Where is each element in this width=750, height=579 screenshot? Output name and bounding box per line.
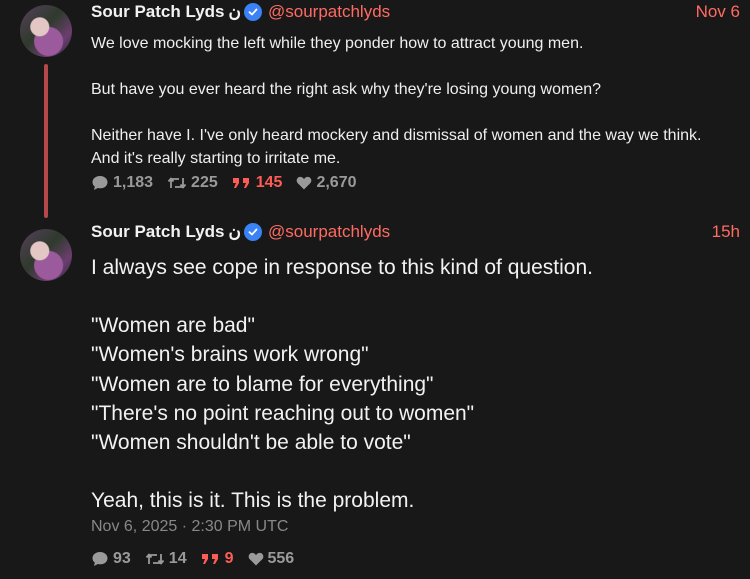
tweet-paragraph: Neither have I. I've only heard mockery … <box>91 127 702 167</box>
likes-count: 2,670 <box>316 174 357 191</box>
tweet-text: We love mocking the left while they pond… <box>91 32 731 193</box>
user-handle[interactable]: @sourpatchlyds <box>268 2 390 22</box>
retweets-count: 225 <box>191 174 218 191</box>
retweet-icon <box>145 553 164 565</box>
quote-icon <box>232 178 249 188</box>
name-emoji: ن <box>228 2 241 21</box>
quote-line: "Women are to blame for everything" <box>91 372 434 396</box>
display-name[interactable]: Sour Patch Lyds <box>91 2 225 22</box>
quotes-stat[interactable]: 9 <box>201 550 234 568</box>
quotes-stat[interactable]: 145 <box>232 174 283 192</box>
name-emoji: ن <box>228 222 241 241</box>
tweet-stats: 93 14 9 556 <box>91 550 294 568</box>
tweet-paragraph: But have you ever heard the right ask wh… <box>91 81 602 98</box>
retweet-icon <box>167 177 187 189</box>
user-handle[interactable]: @sourpatchlyds <box>268 222 390 242</box>
likes-stat[interactable]: 556 <box>248 550 295 568</box>
quotes-count: 145 <box>255 174 283 191</box>
quote-list: "Women are bad" "Women's brains work wro… <box>91 311 731 457</box>
quote-icon <box>201 554 218 564</box>
quote-line: "Women shouldn't be able to vote" <box>91 431 411 455</box>
tweet-header: Sour Patch Lyds ن @sourpatchlyds 15h <box>91 221 740 243</box>
comment-icon <box>92 552 108 566</box>
quote-line: "There's no point reaching out to women" <box>91 401 475 425</box>
retweets-count: 14 <box>168 550 187 567</box>
replies-count: 93 <box>113 550 131 567</box>
heart-icon <box>297 176 312 190</box>
quote-line: "Women's brains work wrong" <box>91 343 369 367</box>
tweet-date[interactable]: 15h <box>712 222 740 242</box>
replies-stat[interactable]: 93 <box>91 550 131 568</box>
quotes-count: 9 <box>224 550 234 567</box>
replies-stat[interactable]: 1,183 <box>91 174 153 192</box>
tweet-paragraph: We love mocking the left while they pond… <box>91 35 584 52</box>
replies-count: 1,183 <box>113 174 154 191</box>
retweets-stat[interactable]: 14 <box>145 550 187 568</box>
tweet-timestamp[interactable]: Nov 6, 2025 · 2:30 PM UTC <box>91 518 288 536</box>
tweet-text: I always see cope in response to this ki… <box>91 253 731 544</box>
tweet-outro: Yeah, this is it. This is the problem. <box>91 489 415 513</box>
heart-icon <box>248 552 263 566</box>
quote-line: "Women are bad" <box>91 314 255 338</box>
avatar[interactable] <box>20 229 72 281</box>
likes-count: 556 <box>267 550 295 567</box>
thread-connector <box>44 64 48 218</box>
tweet-stats: 1,183 225 145 2,670 <box>91 174 357 192</box>
tweet-date[interactable]: Nov 6 <box>696 2 740 22</box>
retweets-stat[interactable]: 225 <box>167 174 218 192</box>
tweet-intro: I always see cope in response to this ki… <box>91 256 593 279</box>
verified-icon <box>244 3 262 21</box>
avatar[interactable] <box>20 5 72 57</box>
likes-stat[interactable]: 2,670 <box>296 174 357 192</box>
tweet-header: Sour Patch Lyds ن @sourpatchlyds Nov 6 <box>91 1 740 23</box>
comment-icon <box>92 176 108 190</box>
verified-icon <box>244 223 262 241</box>
display-name[interactable]: Sour Patch Lyds <box>91 222 225 242</box>
